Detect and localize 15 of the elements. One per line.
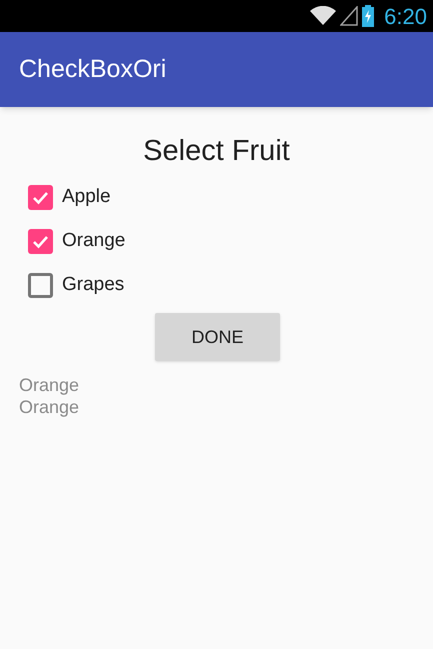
checkbox[interactable]	[28, 228, 53, 254]
battery-icon	[362, 5, 374, 27]
result-text: Orange	[19, 396, 80, 418]
checkbox[interactable]	[28, 272, 53, 298]
checkbox-label: Orange	[62, 228, 126, 253]
wifi-icon	[310, 6, 336, 26]
heading: Select Fruit	[143, 134, 290, 169]
app-title: CheckBoxOri	[19, 54, 166, 85]
checkbox-label: Grapes	[62, 272, 124, 297]
checkbox-label: Apple	[62, 184, 111, 209]
signal-icon	[340, 6, 358, 26]
checkbox[interactable]	[28, 184, 53, 210]
status-time: 6:20	[384, 2, 427, 30]
done-button[interactable]: DONE	[155, 313, 280, 361]
result-text: Orange	[19, 374, 80, 396]
